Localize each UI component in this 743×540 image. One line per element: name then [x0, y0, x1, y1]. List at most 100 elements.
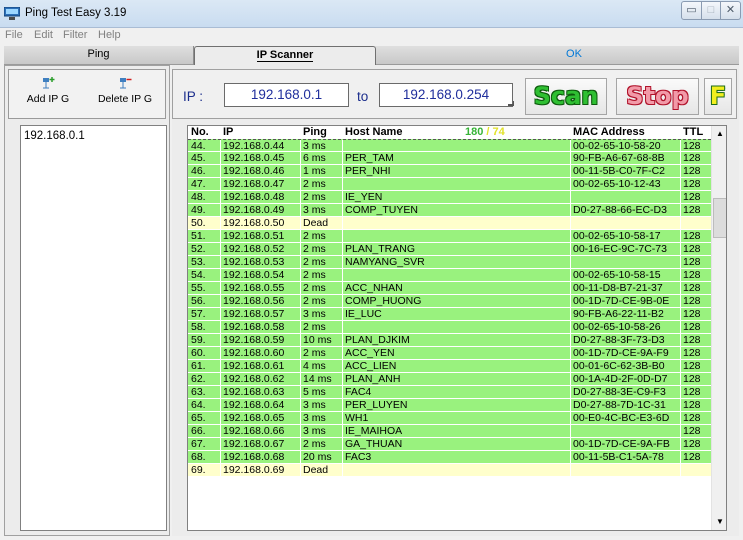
- table-row[interactable]: 56. 192.168.0.56 2 ms COMP_HUONG 00-1D-7D-CE…: [188, 295, 711, 308]
- column-divider: [570, 399, 571, 412]
- col-ttl-header[interactable]: TTL: [683, 126, 703, 138]
- column-divider: [342, 451, 343, 464]
- cell-mac: 00-02-65-10-12-43: [573, 178, 661, 190]
- column-divider: [570, 269, 571, 282]
- alive-count: 180: [465, 126, 484, 138]
- ip-from-input[interactable]: 192.168.0.1: [224, 83, 349, 107]
- cell-ttl: 128: [683, 256, 701, 268]
- cell-ip: 192.168.0.67: [223, 438, 285, 450]
- table-row[interactable]: 46. 192.168.0.46 1 ms PER_NHI 00-11-5B-C0-7F…: [188, 165, 711, 178]
- table-row[interactable]: 67. 192.168.0.67 2 ms GA_THUAN 00-1D-7D-CE-9…: [188, 438, 711, 451]
- cell-mac: 00-1D-7D-CE-9A-F9: [573, 347, 669, 359]
- cell-ttl: 128: [683, 399, 701, 411]
- table-row[interactable]: 51. 192.168.0.51 2 ms 00-02-65-10-58-17 128: [188, 230, 711, 243]
- column-divider: [300, 321, 301, 334]
- close-button[interactable]: ✕: [721, 1, 741, 20]
- cell-ttl: 128: [683, 152, 701, 164]
- cell-host: PLAN_TRANG: [345, 243, 416, 255]
- table-row[interactable]: 58. 192.168.0.58 2 ms 00-02-65-10-58-26 128: [188, 321, 711, 334]
- ip-group-list[interactable]: 192.168.0.1: [20, 125, 167, 531]
- cell-no: 47.: [191, 178, 206, 190]
- scan-button[interactable]: Scan: [525, 78, 607, 115]
- scroll-up-icon[interactable]: ▲: [712, 126, 726, 142]
- cell-no: 46.: [191, 165, 206, 177]
- col-host-header[interactable]: Host Name: [345, 126, 402, 138]
- add-ip-group-button[interactable]: Add IP G: [19, 74, 77, 114]
- scan-results-table[interactable]: No. IP Ping Host Name 180 / 74 MAC Addre…: [187, 125, 727, 531]
- table-row[interactable]: 65. 192.168.0.65 3 ms WH1 00-E0-4C-BC-E3-6D 1…: [188, 412, 711, 425]
- table-row[interactable]: 53. 192.168.0.53 2 ms NAMYANG_SVR 128: [188, 256, 711, 269]
- cell-ttl: 128: [683, 334, 701, 346]
- table-row[interactable]: 69. 192.168.0.69 Dead: [188, 464, 711, 477]
- tab-ip-scanner[interactable]: IP Scanner: [194, 46, 376, 65]
- column-divider: [680, 399, 681, 412]
- table-row[interactable]: 49. 192.168.0.49 3 ms COMP_TUYEN D0-27-88-66…: [188, 204, 711, 217]
- table-row[interactable]: 50. 192.168.0.50 Dead: [188, 217, 711, 230]
- minimize-button[interactable]: ▭: [681, 1, 702, 20]
- col-ping-header[interactable]: Ping: [303, 126, 327, 138]
- table-row[interactable]: 62. 192.168.0.62 14 ms PLAN_ANH 00-1A-4D-2F-…: [188, 373, 711, 386]
- column-divider: [342, 347, 343, 360]
- vertical-scrollbar[interactable]: ▲ ▼: [711, 126, 726, 530]
- menu-edit[interactable]: Edit: [34, 29, 53, 41]
- ip-to-input[interactable]: 192.168.0.254: [379, 83, 513, 107]
- delete-ip-group-button[interactable]: Delete IP G: [96, 74, 154, 114]
- table-row[interactable]: 66. 192.168.0.66 3 ms IE_MAIHOA 128: [188, 425, 711, 438]
- table-row[interactable]: 55. 192.168.0.55 2 ms ACC_NHAN 00-11-D8-B7-2…: [188, 282, 711, 295]
- cell-ping: Dead: [303, 217, 329, 229]
- cell-host: COMP_HUONG: [345, 295, 422, 307]
- menu-bar: File Edit Filter Help: [0, 28, 743, 45]
- tab-ping[interactable]: Ping: [4, 46, 194, 65]
- table-row[interactable]: 68. 192.168.0.68 20 ms FAC3 00-11-5B-C1-5A-7…: [188, 451, 711, 464]
- column-divider: [300, 282, 301, 295]
- cell-no: 66.: [191, 425, 206, 437]
- table-row[interactable]: 64. 192.168.0.64 3 ms PER_LUYEN D0-27-88-7D-…: [188, 399, 711, 412]
- column-divider: [570, 386, 571, 399]
- table-row[interactable]: 61. 192.168.0.61 4 ms ACC_LIEN 00-01-6C-62-3…: [188, 360, 711, 373]
- table-row[interactable]: 52. 192.168.0.52 2 ms PLAN_TRANG 00-16-EC-9C…: [188, 243, 711, 256]
- cell-ping: 2 ms: [303, 347, 326, 359]
- cell-ip: 192.168.0.54: [223, 269, 285, 281]
- col-mac-header[interactable]: MAC Address: [573, 126, 645, 138]
- scroll-down-icon[interactable]: ▼: [712, 514, 726, 530]
- cell-ttl: 128: [683, 451, 701, 463]
- column-divider: [570, 412, 571, 425]
- cell-ping: 3 ms: [303, 412, 326, 424]
- filter-button[interactable]: F: [704, 78, 732, 115]
- scroll-thumb[interactable]: [713, 198, 726, 238]
- table-row[interactable]: 60. 192.168.0.60 2 ms ACC_YEN 00-1D-7D-CE-9A…: [188, 347, 711, 360]
- cell-ping: Dead: [303, 464, 329, 476]
- cell-ttl: 128: [683, 425, 701, 437]
- cell-host: PLAN_ANH: [345, 373, 401, 385]
- menu-file[interactable]: File: [5, 29, 23, 41]
- cell-mac: D0-27-88-66-EC-D3: [573, 204, 667, 216]
- column-divider: [570, 425, 571, 438]
- add-network-icon: [43, 77, 55, 89]
- table-row[interactable]: 44. 192.168.0.44 3 ms 00-02-65-10-58-20 128: [188, 139, 711, 153]
- menu-help[interactable]: Help: [98, 29, 121, 41]
- ip-group-item[interactable]: 192.168.0.1: [24, 130, 85, 142]
- column-divider: [220, 256, 221, 269]
- column-divider: [570, 438, 571, 451]
- col-ip-header[interactable]: IP: [223, 126, 233, 138]
- ip-group-panel: Add IP G Delete IP G 192.168.0.1: [4, 65, 170, 536]
- table-row[interactable]: 48. 192.168.0.48 2 ms IE_YEN 128: [188, 191, 711, 204]
- cell-ping: 3 ms: [303, 425, 326, 437]
- column-divider: [342, 438, 343, 451]
- cell-ip: 192.168.0.53: [223, 256, 285, 268]
- stop-button[interactable]: Stop: [616, 78, 699, 115]
- maximize-button[interactable]: □: [702, 1, 721, 20]
- table-row[interactable]: 59. 192.168.0.59 10 ms PLAN_DJKIM D0-27-88-3…: [188, 334, 711, 347]
- column-divider: [300, 165, 301, 178]
- table-row[interactable]: 63. 192.168.0.63 5 ms FAC4 D0-27-88-3E-C9-F3…: [188, 386, 711, 399]
- column-divider: [570, 282, 571, 295]
- table-row[interactable]: 45. 192.168.0.45 6 ms PER_TAM 90-FB-A6-67-68…: [188, 152, 711, 165]
- ip-group-toolbar: Add IP G Delete IP G: [8, 69, 166, 119]
- table-row[interactable]: 47. 192.168.0.47 2 ms 00-02-65-10-12-43 128: [188, 178, 711, 191]
- table-row[interactable]: 57. 192.168.0.57 3 ms IE_LUC 90-FB-A6-22-11-…: [188, 308, 711, 321]
- col-no-header[interactable]: No.: [191, 126, 209, 138]
- menu-filter[interactable]: Filter: [63, 29, 87, 41]
- table-row[interactable]: 54. 192.168.0.54 2 ms 00-02-65-10-58-15 128: [188, 269, 711, 282]
- cell-mac: D0-27-88-3F-73-D3: [573, 334, 665, 346]
- cell-no: 44.: [191, 140, 206, 152]
